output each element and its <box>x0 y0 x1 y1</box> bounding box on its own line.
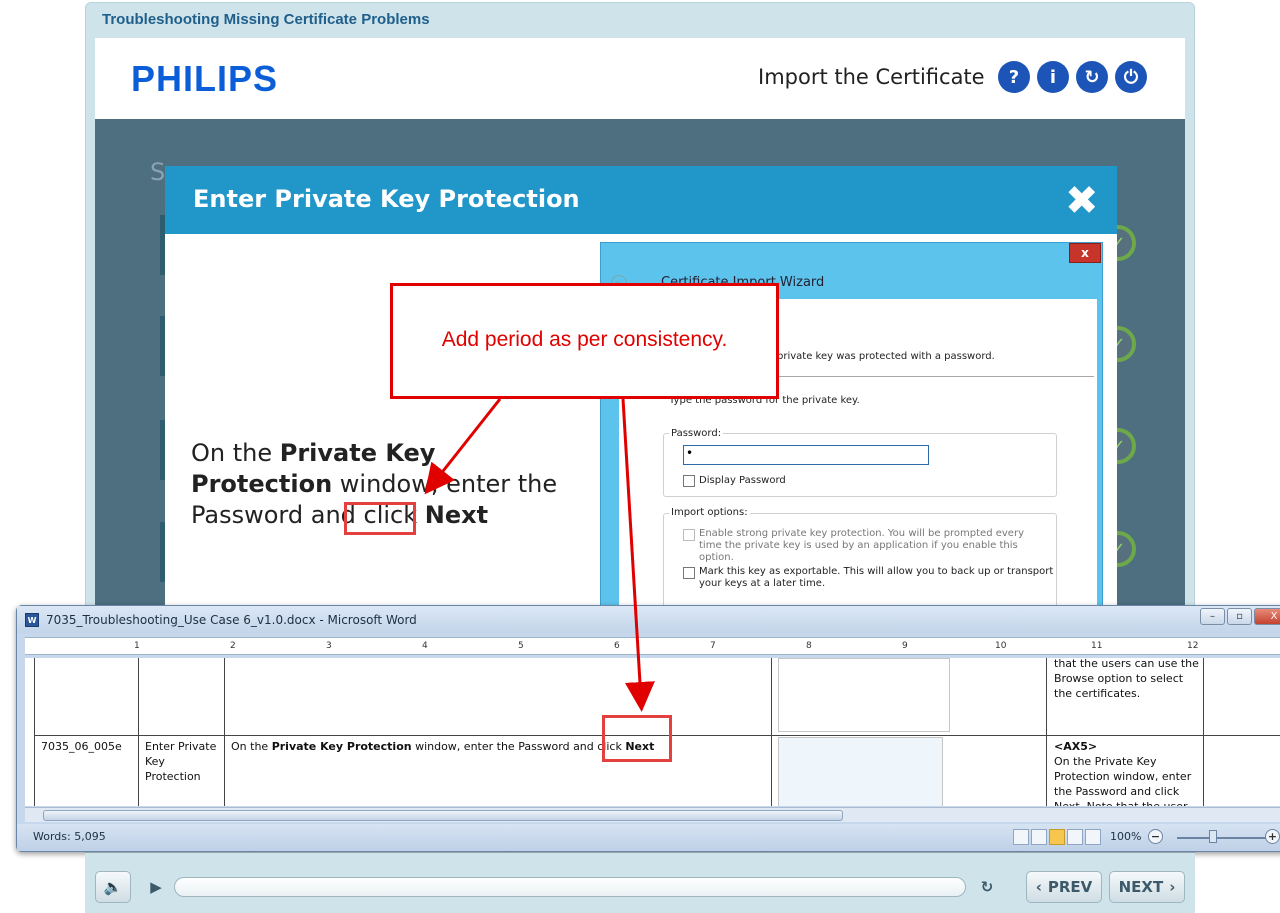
close-button[interactable]: X <box>1254 608 1280 625</box>
next-button[interactable]: NEXT › <box>1109 871 1185 903</box>
table-cell-id: 7035_06_005e <box>41 740 122 753</box>
ruler-number: 11 <box>1091 641 1103 651</box>
strong-protection-checkbox <box>683 529 695 541</box>
table-border <box>771 658 772 806</box>
wizard-close-icon: x <box>1069 243 1101 263</box>
chevron-right-icon: › <box>1169 878 1176 896</box>
web-layout-view-button[interactable] <box>1049 829 1065 845</box>
password-field: • <box>683 445 929 465</box>
maximize-button[interactable]: ▫ <box>1227 608 1252 625</box>
exportable-label: Mark this key as exportable. This will a… <box>699 566 1054 589</box>
exportable-checkbox <box>683 567 695 579</box>
scrollbar-thumb[interactable] <box>43 810 843 821</box>
table-cell-text: On the Private Key Protection window, en… <box>231 740 655 753</box>
prev-button[interactable]: ‹ PREV <box>1026 871 1102 903</box>
progress-bar[interactable] <box>174 877 966 897</box>
full-screen-view-button[interactable] <box>1031 829 1047 845</box>
course-title: Troubleshooting Missing Certificate Prob… <box>102 11 430 28</box>
play-icon[interactable]: ▶ <box>140 871 172 903</box>
zoom-out-button[interactable]: − <box>1148 829 1163 844</box>
ruler: 1 2 3 4 5 6 7 8 9 10 11 12 <box>25 637 1280 655</box>
audio-icon[interactable]: 🔈 <box>95 871 131 903</box>
ruler-number: 9 <box>902 641 908 651</box>
wizard-subtitle: private key was protected with a passwor… <box>777 351 995 362</box>
close-icon[interactable]: ✖ <box>1065 178 1099 224</box>
ruler-number: 5 <box>518 641 524 651</box>
ruler-number: 2 <box>230 641 236 651</box>
zoom-in-button[interactable]: + <box>1265 829 1280 844</box>
screenshot-thumbnail <box>778 737 943 806</box>
ruler-number: 1 <box>134 641 140 651</box>
power-icon[interactable]: ⏻ <box>1115 61 1147 93</box>
zoom-slider[interactable] <box>1177 837 1277 839</box>
display-password-label: Display Password <box>699 475 786 486</box>
prev-label: PREV <box>1047 878 1093 896</box>
replay-icon[interactable]: ↻ <box>1076 61 1108 93</box>
table-cell-screen: Enter Private Key Protection <box>145 740 217 783</box>
philips-logo: PHILIPS <box>131 58 279 99</box>
modal-title: Enter Private Key Protection <box>193 185 580 213</box>
outline-view-button[interactable] <box>1067 829 1083 845</box>
password-group <box>663 433 1057 497</box>
ruler-number: 12 <box>1187 641 1199 651</box>
highlight-box <box>344 502 416 535</box>
table-cell-notes-tag: <AX5> <box>1054 740 1098 753</box>
slide-heading: S <box>150 158 166 186</box>
info-icon[interactable]: i <box>1037 61 1069 93</box>
ruler-number: 7 <box>710 641 716 651</box>
next-label: NEXT <box>1118 878 1164 896</box>
table-border <box>1046 658 1047 806</box>
table-border <box>34 658 35 806</box>
screen-title: Import the Certificate <box>758 65 985 89</box>
word-app-icon: W <box>25 613 39 627</box>
import-options-label: Import options: <box>669 507 750 518</box>
status-bar: Words: 5,095 100% − + <box>17 824 1280 851</box>
table-border <box>138 658 139 806</box>
ruler-number: 4 <box>422 641 428 651</box>
ruler-number: 8 <box>806 641 812 651</box>
zoom-slider-thumb[interactable] <box>1209 830 1217 843</box>
minimize-button[interactable]: – <box>1200 608 1225 625</box>
ruler-number: 10 <box>995 641 1007 651</box>
word-title: 7035_Troubleshooting_Use Case 6_v1.0.doc… <box>46 613 417 627</box>
draft-view-button[interactable] <box>1085 829 1101 845</box>
strong-protection-label: Enable strong private key protection. Yo… <box>699 528 1024 563</box>
table-border <box>224 658 225 806</box>
chevron-left-icon: ‹ <box>1035 878 1042 896</box>
table-cell-notes: On the Private Key Protection window, en… <box>1054 755 1192 806</box>
word-count[interactable]: Words: 5,095 <box>33 830 106 843</box>
review-comment-box: Add period as per consistency. <box>390 283 779 399</box>
print-layout-view-button[interactable] <box>1013 829 1029 845</box>
password-label: Password: <box>669 428 724 439</box>
reload-icon[interactable]: ↻ <box>972 871 1002 903</box>
horizontal-scrollbar[interactable] <box>25 807 1280 822</box>
screenshot-thumbnail <box>778 658 950 732</box>
highlight-box <box>602 715 672 762</box>
review-comment: Add period as per consistency. <box>441 328 728 351</box>
ruler-number: 6 <box>614 641 620 651</box>
zoom-level[interactable]: 100% <box>1110 830 1141 843</box>
help-icon[interactable]: ? <box>998 61 1030 93</box>
table-cell-notes: that the users can use the Browse option… <box>1054 658 1199 700</box>
table-border <box>1203 658 1204 806</box>
display-password-checkbox <box>683 475 695 487</box>
ruler-number: 3 <box>326 641 332 651</box>
